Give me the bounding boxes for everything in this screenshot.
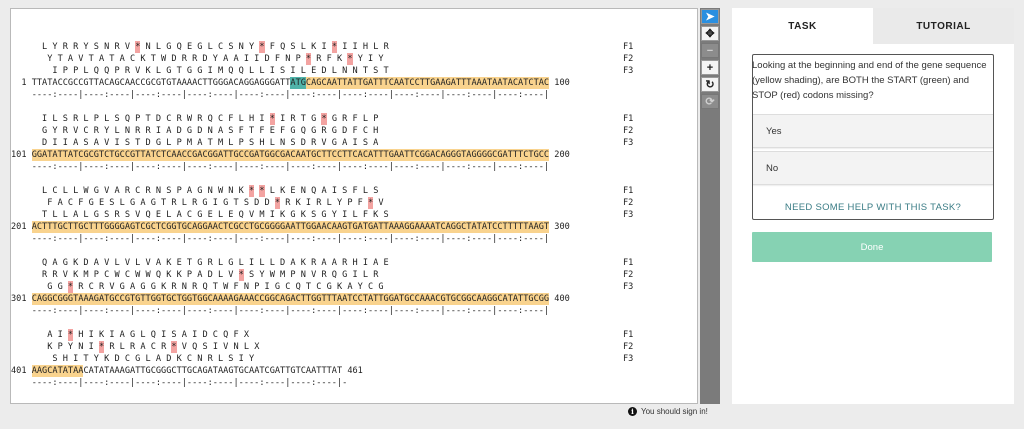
base-line: 401 AAGCATATAACATATAAAGATTGCGGGCTTGCAGAT… xyxy=(11,365,363,377)
ruler-line: ----:----|----:----|----:----|----:----|… xyxy=(11,306,550,316)
frame-3-line: I P P L Q Q P R V K L G T G G I M Q Q L … xyxy=(11,66,389,76)
ruler-line: ----:----|----:----|----:----|----:----|… xyxy=(11,162,550,172)
gene-shading: ACTTTGCTTGCTTTGGGGAGTCGCTCGGTGCAGGAACTCG… xyxy=(31,221,550,233)
stop-marker: * xyxy=(347,53,353,65)
frame-1-line: L C L L W G V A R C R N S P A G N W N K … xyxy=(11,185,379,197)
gene-shading: AAGCATATAA xyxy=(31,365,84,377)
zoom-in-icon[interactable]: + xyxy=(701,60,719,75)
frame-3-line: G G * R C R V G A G G K R N R Q T W F N … xyxy=(11,281,384,293)
frame-2-line: F A C F G E S L G A G T R L R G I G T S … xyxy=(11,197,384,209)
sequence-viewer[interactable]: L Y R R Y S N R V * N L G Q E G L C S N … xyxy=(10,8,698,404)
panel-tabs: TASK TUTORIAL xyxy=(732,8,1014,44)
gene-shading: CAGCAATTATTGATTTCAATCCTTGAAGATTTAAATAATA… xyxy=(305,77,550,89)
base-line: 101 GGATATTATCGCGTCTGCCGTTATCTCAACCGACGG… xyxy=(11,149,570,161)
stop-marker: * xyxy=(305,53,312,65)
base-line: 301 CAGGCGGGTAAAGATGCCGTGTTGGTGCTGGTGGCA… xyxy=(11,293,570,305)
frame-labels: F1 F2 F3 F1 F2 F3 F1 F2 F3 F1 F2 F3 F1 F… xyxy=(623,42,634,364)
stop-marker: * xyxy=(171,341,177,353)
stop-marker: * xyxy=(249,185,255,197)
stop-marker: * xyxy=(321,113,327,125)
stop-marker: * xyxy=(67,281,74,293)
frame-1-line: L Y R R Y S N R V * N L G Q E G L C S N … xyxy=(11,41,389,53)
info-icon: i xyxy=(628,407,637,416)
answer-no-button[interactable]: No xyxy=(753,151,993,185)
frame-2-line: K P Y N I * R L R A C R * V Q S I V N L … xyxy=(11,341,260,353)
tab-task[interactable]: TASK xyxy=(732,8,873,44)
frame-3-line: D I I A S A V I S T D G L P M A T M L P … xyxy=(11,138,379,148)
done-button[interactable]: Done xyxy=(752,232,992,262)
stop-marker: * xyxy=(274,197,281,209)
frame-2-line: R R V K M P C W C W W Q K K P A D L V * … xyxy=(11,269,379,281)
gene-shading: CAGGCGGGTAAAGATGCCGTGTTGGTGCTGGTGGCAAAAG… xyxy=(31,293,550,305)
ruler-line: ----:----|----:----|----:----|----:----|… xyxy=(11,378,348,388)
sequence-text: L Y R R Y S N R V * N L G Q E G L C S N … xyxy=(11,41,570,401)
tab-tutorial[interactable]: TUTORIAL xyxy=(873,8,1014,44)
ruler-line: ----:----|----:----|----:----|----:----|… xyxy=(11,234,550,244)
stop-marker: * xyxy=(331,41,338,53)
frame-1-line: A I * H I K I A G L Q I S A I D C Q F X xyxy=(11,329,250,341)
task-panel: TASK TUTORIAL Looking at the beginning a… xyxy=(732,8,1014,404)
frame-3-line: S H I T Y K D C G L A D K C N R L S I Y xyxy=(11,354,255,364)
frame-2-line: G Y R V C R Y L N R R I A D G D N A S F … xyxy=(11,126,379,136)
frame-2-line: Y T A V T A T A C K T W D R R D Y A A I … xyxy=(11,53,384,65)
gene-shading: GGATATTATCGCGTCTGCCGTTATCTCAACCGACGGATTG… xyxy=(31,149,550,161)
stop-marker: * xyxy=(368,197,374,209)
stop-marker: * xyxy=(135,41,141,53)
pointer-icon[interactable]: ➤ xyxy=(701,9,719,24)
answer-yes-button[interactable]: Yes xyxy=(753,114,993,148)
ruler-line: ----:----|----:----|----:----|----:----|… xyxy=(11,90,550,100)
frame-3-line: T L L A L G S R S V Q E L A C G E L E Q … xyxy=(11,210,389,220)
start-codon: ATG xyxy=(290,77,306,89)
stop-marker: * xyxy=(269,113,275,125)
signin-text: You should sign in! xyxy=(641,407,708,416)
task-question: Looking at the beginning and end of the … xyxy=(752,60,987,101)
signin-notice: i You should sign in! xyxy=(628,407,708,416)
frame-1-line: I L S R L P L S Q P T D C R W R Q C F L … xyxy=(11,113,379,125)
viewer-toolbar: ➤ ✥ − + ↻ ⟳ xyxy=(700,8,720,404)
reset-icon[interactable]: ⟳ xyxy=(701,94,719,109)
stop-marker: * xyxy=(259,41,265,53)
rotate-icon[interactable]: ↻ xyxy=(701,77,719,92)
zoom-out-icon[interactable]: − xyxy=(701,43,719,58)
stop-marker: * xyxy=(67,329,74,341)
base-line: 201 ACTTTGCTTGCTTTGGGGAGTCGCTCGGTGCAGGAA… xyxy=(11,221,570,233)
task-box: Looking at the beginning and end of the … xyxy=(752,54,994,220)
frame-1-line: Q A G K D A V L V L V A K E T G R L G L … xyxy=(11,258,389,268)
stop-marker: * xyxy=(98,341,105,353)
stop-marker: * xyxy=(238,269,244,281)
base-line: 1 TTATACCGCCGTTACAGCAACCGCGTGTAAAACTTGGG… xyxy=(11,77,570,89)
move-icon[interactable]: ✥ xyxy=(701,26,719,41)
help-link[interactable]: NEED SOME HELP WITH THIS TASK? xyxy=(753,202,993,213)
stop-marker: * xyxy=(259,185,265,197)
